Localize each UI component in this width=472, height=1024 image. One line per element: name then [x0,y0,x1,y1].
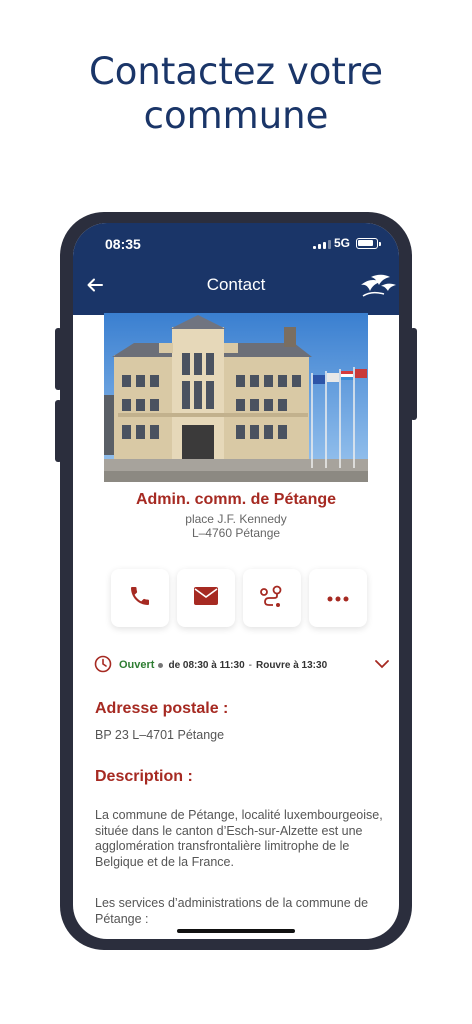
birds-logo-icon [359,271,397,299]
more-button[interactable] [309,569,367,627]
mail-icon [193,586,219,611]
place-street: place J.F. Kennedy [185,512,287,526]
contact-actions [111,569,367,627]
opening-hours-row[interactable]: Ouvert de 08:30 à 11:30 - Rouvre à 13:30 [94,655,390,675]
more-dots-icon [327,589,349,607]
place-name: Admin. comm. de Pétange [135,491,337,508]
email-button[interactable] [177,569,235,627]
app-header: 08:35 5G Contact [73,223,399,315]
clock-icon [94,655,112,676]
battery-icon [356,238,381,249]
description-paragraph-2: Les services d’administrations de la com… [95,896,369,926]
promo-title-line2: commune [143,94,329,137]
directions-button[interactable] [243,569,301,627]
route-icon [259,583,285,614]
status-time: 08:35 [105,236,141,252]
promo-title: Contactez votre commune [0,50,472,138]
open-status: Ouvert [119,659,155,671]
place-city: L–4760 Pétange [191,526,281,540]
hours-separator: - [248,659,252,671]
reopen-time: Rouvre à 13:30 [255,659,328,671]
status-dot [158,662,164,668]
page-title: Contact [206,275,266,294]
phone-icon [128,584,152,613]
promo-title-line1: Contactez votre [88,50,384,93]
home-indicator[interactable] [177,929,295,933]
network-label: 5G [334,236,351,250]
chevron-down-icon[interactable] [374,659,390,672]
town-hall-photo [104,313,368,482]
postal-address-value: BP 23 L–4701 Pétange [95,728,225,742]
description-title: Description : [95,768,193,785]
app-screen: 08:35 5G Contact Admin. comm. de Pétange… [73,223,399,939]
phone-button[interactable] [111,569,169,627]
postal-address-title: Adresse postale : [95,700,229,717]
hours-range: de 08:30 à 11:30 [168,659,245,671]
signal-icon [313,239,331,249]
description-paragraph-1: La commune de Pétange, localité luxembou… [95,808,383,869]
